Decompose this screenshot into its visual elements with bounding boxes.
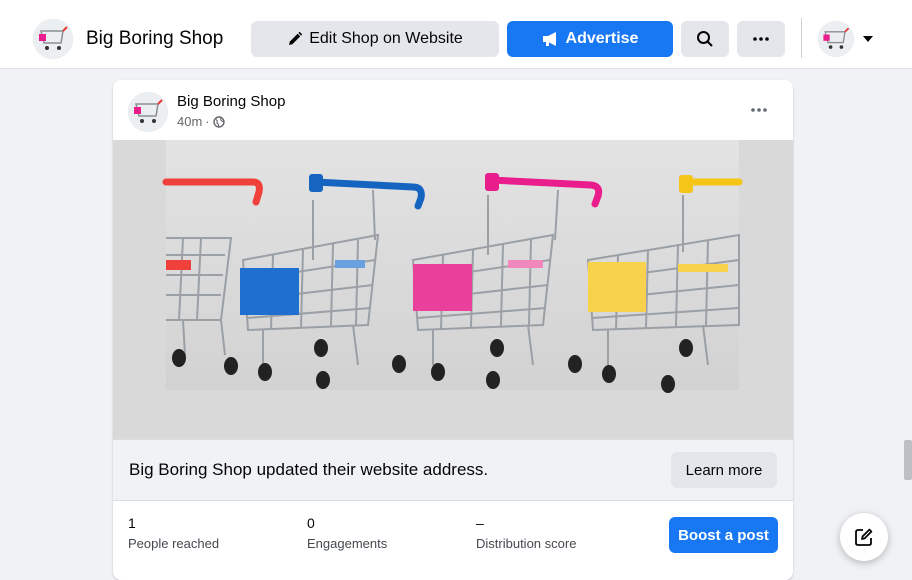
post-image[interactable] (113, 140, 793, 439)
stat-people-reached: 1 People reached (128, 515, 219, 551)
post-insights: 1 People reached 0 Engagements – Distrib… (113, 501, 793, 580)
more-icon (751, 108, 767, 112)
edit-shop-button[interactable]: Edit Shop on Website (251, 21, 499, 57)
stat-engagements: 0 Engagements (307, 515, 387, 551)
boost-post-button[interactable]: Boost a post (669, 517, 778, 553)
stat-label: Distribution score (476, 536, 577, 551)
header-divider (801, 18, 802, 58)
shop-avatar[interactable] (33, 19, 73, 59)
scrollbar-thumb[interactable] (904, 440, 912, 480)
compose-icon (855, 528, 873, 546)
link-preview-bar[interactable]: Big Boring Shop updated their website ad… (113, 439, 793, 501)
cart-logo-icon (33, 19, 73, 59)
pencil-icon (289, 31, 303, 45)
post-more-button[interactable] (739, 96, 779, 124)
stat-distribution-score: – Distribution score (476, 515, 576, 551)
cart-logo-icon (818, 21, 854, 57)
advertise-label: Advertise (565, 30, 639, 47)
stat-label: People reached (128, 536, 220, 551)
stat-label: Engagements (307, 536, 388, 551)
compose-button[interactable] (840, 513, 888, 561)
megaphone-icon (542, 32, 556, 46)
post-time[interactable]: 40m (177, 114, 202, 129)
more-options-button[interactable] (737, 21, 785, 57)
post-author-avatar[interactable] (128, 92, 168, 132)
post-meta: 40m · (177, 114, 225, 129)
post-card: Big Boring Shop 40m · Big Boring Shop up… (113, 80, 793, 580)
search-icon (697, 31, 713, 47)
account-avatar[interactable] (818, 21, 854, 57)
edit-shop-label: Edit Shop on Website (309, 30, 463, 47)
shop-name[interactable]: Big Boring Shop (86, 28, 223, 50)
chevron-down-icon[interactable] (862, 35, 874, 43)
advertise-button[interactable]: Advertise (507, 21, 673, 57)
link-preview-text[interactable]: Big Boring Shop updated their website ad… (129, 460, 488, 480)
globe-icon (212, 115, 225, 128)
post-author-name[interactable]: Big Boring Shop (177, 93, 285, 110)
meta-separator: · (205, 114, 210, 129)
page-header: Big Boring Shop Edit Shop on Website Adv… (0, 0, 912, 69)
stat-value: – (476, 515, 484, 531)
learn-more-button[interactable]: Learn more (671, 452, 777, 488)
cart-logo-icon (128, 92, 168, 132)
stat-value: 1 (128, 515, 136, 531)
more-icon (753, 37, 769, 41)
stat-value: 0 (307, 515, 315, 531)
shopping-carts-photo (113, 140, 793, 439)
search-button[interactable] (681, 21, 729, 57)
